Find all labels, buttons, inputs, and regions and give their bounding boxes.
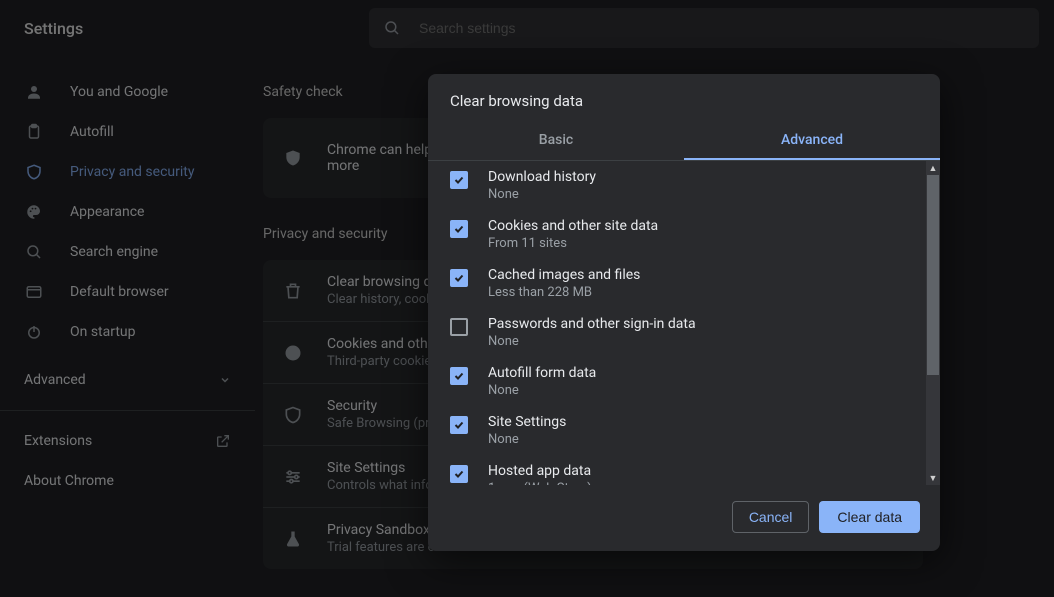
cbd-item-detail: From 11 sites — [488, 236, 658, 251]
checkbox[interactable] — [450, 171, 468, 189]
cbd-item[interactable]: Site Settings None — [428, 406, 926, 455]
checkbox[interactable] — [450, 367, 468, 385]
clear-data-button[interactable]: Clear data — [819, 501, 920, 533]
cbd-item-label: Hosted app data — [488, 463, 592, 479]
clear-browsing-data-dialog: Clear browsing data Basic Advanced Downl… — [428, 74, 940, 551]
cbd-item-label: Passwords and other sign-in data — [488, 316, 696, 332]
dialog-actions: Cancel Clear data — [428, 485, 940, 551]
cbd-item[interactable]: Cookies and other site data From 11 sites — [428, 210, 926, 259]
cbd-item-label: Site Settings — [488, 414, 566, 430]
checkbox[interactable] — [450, 416, 468, 434]
cbd-item[interactable]: Download history None — [428, 161, 926, 210]
cbd-item[interactable]: Autofill form data None — [428, 357, 926, 406]
cbd-item-detail: Less than 228 MB — [488, 285, 640, 300]
cancel-button[interactable]: Cancel — [732, 501, 810, 533]
cbd-item-detail: None — [488, 187, 596, 202]
cbd-item-label: Cached images and files — [488, 267, 640, 283]
scrollbar-thumb[interactable] — [927, 175, 939, 375]
cbd-item-detail: None — [488, 383, 596, 398]
tab-basic[interactable]: Basic — [428, 122, 684, 160]
cbd-item-detail: None — [488, 432, 566, 447]
scroll-down-arrow-icon[interactable]: ▼ — [926, 471, 940, 485]
tab-advanced[interactable]: Advanced — [684, 122, 940, 160]
checkbox[interactable] — [450, 465, 468, 483]
checkbox[interactable] — [450, 220, 468, 238]
cbd-item-detail: 1 app (Web Store) — [488, 481, 592, 485]
cbd-item[interactable]: Hosted app data 1 app (Web Store) — [428, 455, 926, 485]
scroll-up-arrow-icon[interactable]: ▲ — [926, 161, 940, 175]
cbd-item-label: Cookies and other site data — [488, 218, 658, 234]
checkbox[interactable] — [450, 269, 468, 287]
checkbox-list: Download history None Cookies and other si… — [428, 161, 940, 485]
dialog-title: Clear browsing data — [428, 74, 940, 122]
cbd-item[interactable]: Cached images and files Less than 228 MB — [428, 259, 926, 308]
dialog-body: Download history None Cookies and other si… — [428, 161, 940, 485]
cbd-item-label: Download history — [488, 169, 596, 185]
scrollbar[interactable]: ▲ ▼ — [926, 161, 940, 485]
checkbox[interactable] — [450, 318, 468, 336]
cbd-item[interactable]: Passwords and other sign-in data None — [428, 308, 926, 357]
cbd-item-label: Autofill form data — [488, 365, 596, 381]
dialog-tabs: Basic Advanced — [428, 122, 940, 161]
cbd-item-detail: None — [488, 334, 696, 349]
